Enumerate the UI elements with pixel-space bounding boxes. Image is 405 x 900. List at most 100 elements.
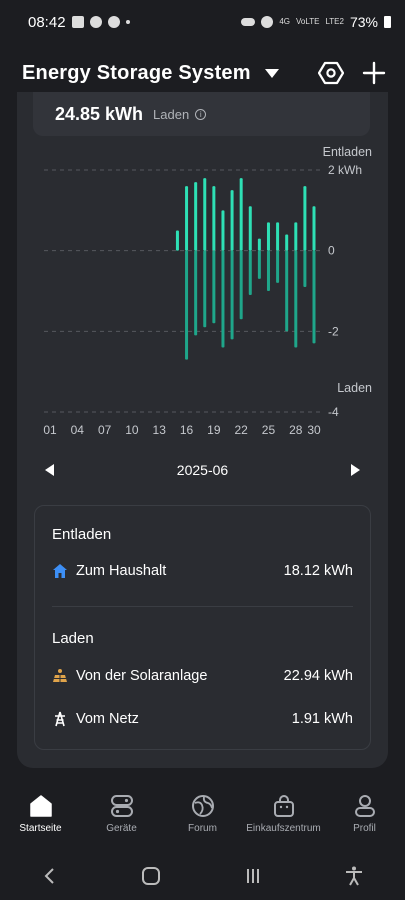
grid-label: Vom Netz [76, 711, 139, 727]
household-row: Zum Haushalt 18.12 kWh [52, 563, 353, 579]
bar-laden [239, 250, 243, 320]
previous-month-icon[interactable] [45, 464, 54, 476]
energy-breakdown: Entladen Zum Haushalt 18.12 kWh Laden Vo… [34, 505, 371, 750]
discharge-title: Entladen [52, 526, 112, 543]
recent-apps-icon[interactable] [243, 866, 263, 886]
energy-value: 24.85 kWh [55, 103, 144, 124]
tab-startseite[interactable]: Startseite [0, 790, 81, 846]
tab-geraete[interactable]: Geräte [81, 790, 162, 846]
household-label: Zum Haushalt [76, 563, 167, 579]
bar-entladen [312, 206, 316, 251]
current-month: 2025-06 [176, 462, 229, 478]
network-type: 4G [279, 17, 291, 26]
divider [52, 606, 353, 607]
bar-entladen [221, 210, 225, 251]
home-icon [29, 795, 52, 817]
bar-entladen [203, 178, 207, 251]
month-navigator: 2025-06 [17, 456, 388, 484]
solar-value: 22.94 kWh [283, 668, 353, 684]
y-tick-label: 0 [328, 244, 335, 258]
hexagon-settings-icon [318, 61, 344, 85]
messenger-notification-icon [107, 16, 120, 28]
settings-button[interactable] [316, 58, 346, 88]
tab-einkaufszentrum[interactable]: Einkaufszentrum [243, 790, 324, 846]
status-time: 08:42 [28, 13, 66, 31]
system-nav-bar [0, 852, 405, 900]
bar-laden [248, 250, 252, 296]
x-tick-label: 16 [180, 423, 194, 437]
next-month-icon[interactable] [351, 464, 360, 476]
x-tick-label: 13 [153, 423, 167, 437]
bar-laden [285, 250, 289, 332]
household-value: 18.12 kWh [283, 563, 353, 579]
bar-laden [257, 250, 261, 279]
devices-icon [110, 795, 133, 817]
power-tower-icon [55, 711, 65, 727]
tab-label: Geräte [106, 823, 137, 834]
grid-value: 1.91 kWh [291, 711, 353, 727]
x-tick-label: 22 [234, 423, 248, 437]
bar-entladen [248, 206, 252, 251]
battery-percent: 73% [349, 14, 378, 30]
home-button-icon[interactable] [140, 865, 162, 887]
volte-label: VoLTE [296, 17, 320, 26]
energy-chart: 2 kWh 0 -2 -4 Entladen Laden 01 04 07 10 13 16 19 22 2… [43, 145, 372, 437]
x-tick-label: 19 [207, 423, 221, 437]
tab-forum[interactable]: Forum [162, 790, 243, 846]
profile-icon [354, 795, 375, 817]
x-tick-label: 01 [43, 423, 57, 437]
key-icon [241, 18, 256, 26]
charge-title: Laden [52, 630, 94, 647]
bar-laden [194, 250, 198, 336]
alarm-icon [261, 16, 274, 28]
back-icon[interactable] [40, 866, 60, 886]
bar-entladen [266, 222, 270, 251]
bar-laden [303, 250, 307, 287]
more-notifications-icon [125, 20, 130, 24]
solar-panel-icon [53, 669, 67, 682]
sim-label: LTE2 [325, 17, 344, 26]
bar-entladen [175, 230, 179, 251]
bar-laden [221, 250, 225, 348]
bar-laden [312, 250, 316, 344]
energy-summary: 24.85 kWh Laden i [33, 92, 370, 136]
bar-laden [230, 250, 234, 340]
tab-profil[interactable]: Profil [324, 790, 405, 846]
chevron-down-icon[interactable] [264, 68, 279, 78]
x-tick-label: 10 [125, 423, 139, 437]
energy-state: Laden [153, 106, 190, 122]
tab-label: Profil [353, 823, 376, 834]
y-tick-label: 2 kWh [328, 163, 362, 177]
bar-entladen [257, 238, 261, 251]
bar-entladen [285, 234, 289, 251]
bar-laden [294, 250, 298, 348]
bar-laden [212, 250, 216, 324]
tab-label: Startseite [19, 823, 62, 834]
add-button[interactable] [359, 58, 389, 88]
tab-label: Forum [188, 823, 217, 834]
bar-entladen [212, 186, 216, 251]
bar-entladen [239, 178, 243, 251]
tab-label: Einkaufszentrum [246, 823, 321, 834]
chart-top-label: Entladen [323, 145, 372, 159]
info-icon[interactable]: i [195, 108, 207, 120]
forum-icon [191, 795, 214, 817]
gallery-notification-icon [71, 16, 84, 28]
grid-row: Vom Netz 1.91 kWh [52, 711, 353, 727]
app-header: Energy Storage System [0, 54, 405, 92]
accessibility-icon[interactable] [343, 865, 365, 887]
bottom-tab-bar: Startseite Geräte Forum Einkaufszentrum [0, 790, 405, 846]
x-tick-label: 25 [262, 423, 276, 437]
bar-laden [266, 250, 270, 291]
page-title[interactable]: Energy Storage System [22, 62, 251, 85]
x-tick-label: 30 [307, 423, 321, 437]
y-tick-label: -4 [328, 405, 339, 419]
y-tick-label: -2 [328, 324, 339, 338]
bar-laden [203, 250, 207, 328]
status-bar: 08:42 4G VoLTE LTE2 73% [0, 0, 405, 44]
shop-icon [273, 795, 294, 817]
bar-entladen [294, 222, 298, 251]
chart-bottom-label: Laden [337, 381, 372, 395]
bar-entladen [185, 186, 189, 251]
bar-entladen [230, 190, 234, 251]
